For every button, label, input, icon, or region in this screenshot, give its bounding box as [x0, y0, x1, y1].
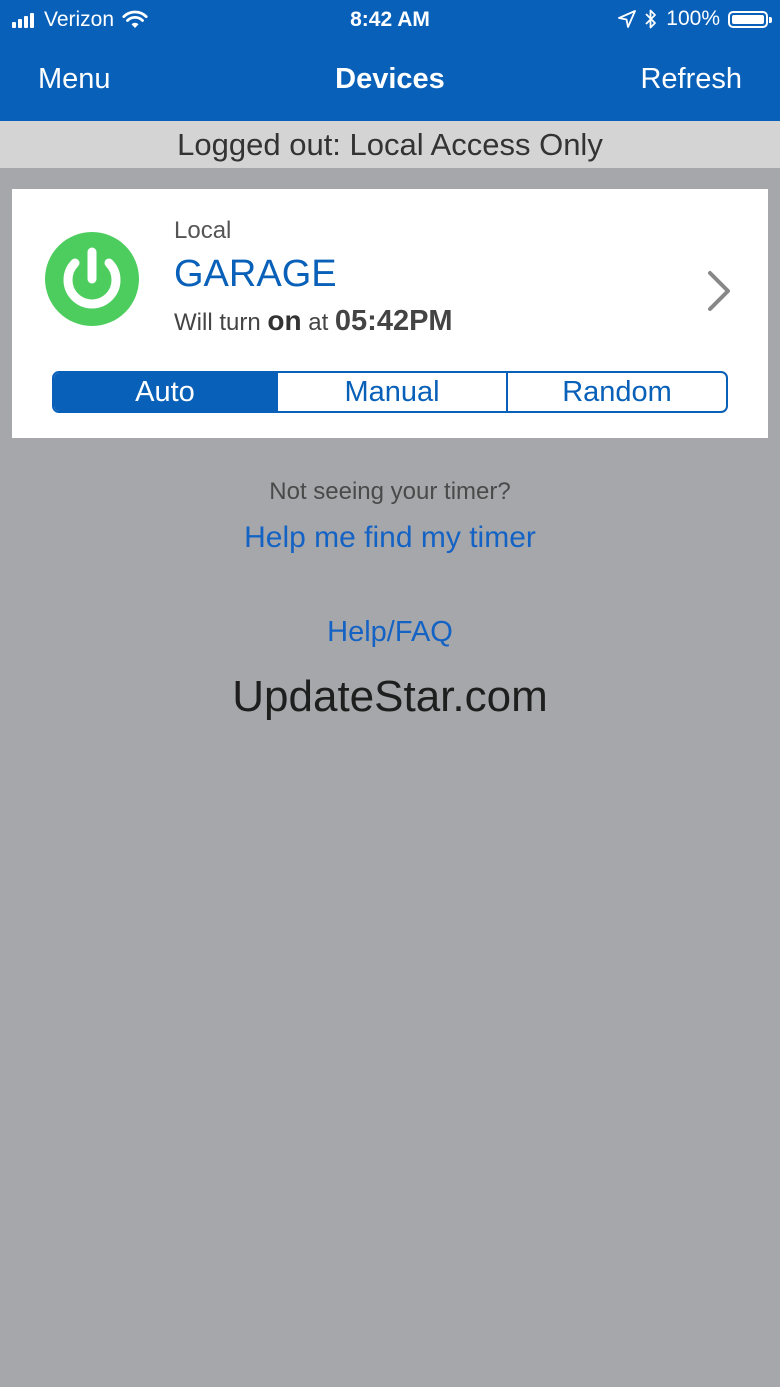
location-arrow-icon [618, 10, 637, 28]
app-header: Verizon 8:42 AM 100% Menu Devices Refres… [0, 0, 780, 121]
device-card-garage[interactable]: Local GARAGE Will turn on at 05:42PM Aut… [12, 189, 768, 438]
device-name: GARAGE [174, 253, 337, 295]
schedule-time: 05:42PM [334, 305, 453, 337]
status-bar: Verizon 8:42 AM 100% [0, 0, 780, 40]
mode-auto-button[interactable]: Auto [54, 373, 276, 411]
battery-percent: 100% [666, 7, 720, 30]
chevron-right-icon[interactable] [702, 267, 736, 315]
status-right: 100% [610, 7, 772, 31]
schedule-at: at [308, 309, 329, 336]
help-faq-link[interactable]: Help/FAQ [0, 616, 780, 649]
refresh-button[interactable]: Refresh [640, 63, 742, 96]
battery-icon [728, 10, 772, 28]
schedule-state: on [267, 305, 302, 336]
schedule-prefix: Will turn [174, 309, 261, 336]
watermark: UpdateStar.com [232, 672, 548, 721]
power-icon[interactable] [45, 232, 139, 326]
bluetooth-icon [645, 9, 657, 29]
mode-manual-button[interactable]: Manual [276, 373, 506, 411]
device-schedule: Will turn on at 05:42PM [174, 305, 453, 338]
access-banner: Logged out: Local Access Only [0, 121, 780, 168]
find-timer-link[interactable]: Help me find my timer [0, 521, 780, 555]
mode-random-button[interactable]: Random [506, 373, 726, 411]
nav-bar: Menu Devices Refresh [0, 48, 780, 110]
mode-segmented-control: Auto Manual Random [52, 371, 728, 413]
device-access-label: Local [174, 217, 232, 244]
help-question: Not seeing your timer? [269, 478, 511, 505]
